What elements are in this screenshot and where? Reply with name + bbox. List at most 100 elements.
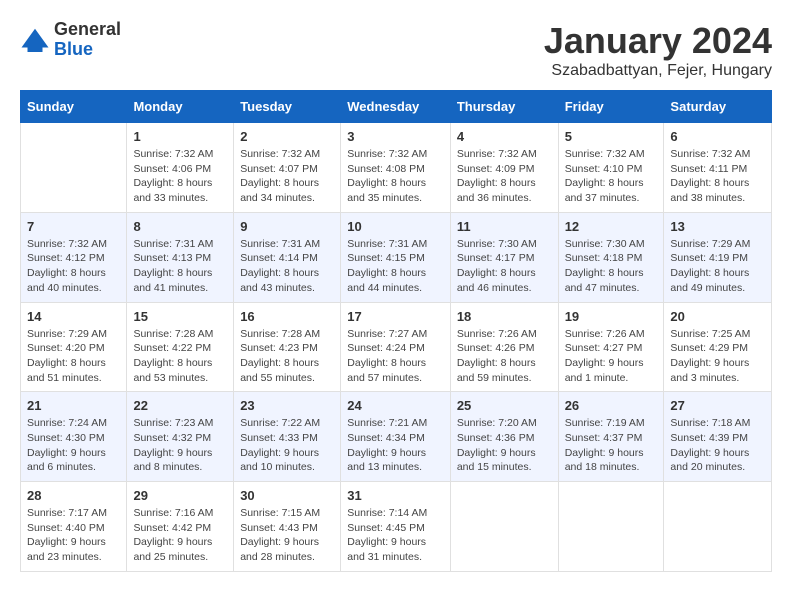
day-info: Sunrise: 7:25 AMSunset: 4:29 PMDaylight:… xyxy=(670,327,765,386)
day-number: 16 xyxy=(240,309,334,324)
calendar-cell xyxy=(450,482,558,572)
day-info: Sunrise: 7:26 AMSunset: 4:27 PMDaylight:… xyxy=(565,327,658,386)
day-info: Sunrise: 7:29 AMSunset: 4:19 PMDaylight:… xyxy=(670,237,765,296)
day-info: Sunrise: 7:21 AMSunset: 4:34 PMDaylight:… xyxy=(347,416,444,475)
day-number: 22 xyxy=(133,398,227,413)
calendar-cell: 25 Sunrise: 7:20 AMSunset: 4:36 PMDayligh… xyxy=(450,392,558,482)
day-number: 9 xyxy=(240,219,334,234)
day-info: Sunrise: 7:32 AMSunset: 4:06 PMDaylight:… xyxy=(133,147,227,206)
day-info: Sunrise: 7:20 AMSunset: 4:36 PMDaylight:… xyxy=(457,416,552,475)
header-cell-wednesday: Wednesday xyxy=(341,91,451,123)
calendar-cell: 17 Sunrise: 7:27 AMSunset: 4:24 PMDayligh… xyxy=(341,302,451,392)
calendar-cell: 16 Sunrise: 7:28 AMSunset: 4:23 PMDayligh… xyxy=(234,302,341,392)
day-number: 13 xyxy=(670,219,765,234)
day-info: Sunrise: 7:26 AMSunset: 4:26 PMDaylight:… xyxy=(457,327,552,386)
day-number: 8 xyxy=(133,219,227,234)
day-number: 27 xyxy=(670,398,765,413)
day-info: Sunrise: 7:32 AMSunset: 4:07 PMDaylight:… xyxy=(240,147,334,206)
calendar-cell: 22 Sunrise: 7:23 AMSunset: 4:32 PMDayligh… xyxy=(127,392,234,482)
day-info: Sunrise: 7:30 AMSunset: 4:18 PMDaylight:… xyxy=(565,237,658,296)
day-number: 29 xyxy=(133,488,227,503)
calendar-cell xyxy=(21,123,127,213)
calendar-cell: 28 Sunrise: 7:17 AMSunset: 4:40 PMDayligh… xyxy=(21,482,127,572)
calendar-cell: 14 Sunrise: 7:29 AMSunset: 4:20 PMDayligh… xyxy=(21,302,127,392)
logo-text: General Blue xyxy=(54,20,121,60)
calendar-cell: 27Sunrise: 7:18 AMSunset: 4:39 PMDayligh… xyxy=(664,392,772,482)
day-info: Sunrise: 7:32 AMSunset: 4:09 PMDaylight:… xyxy=(457,147,552,206)
day-number: 4 xyxy=(457,129,552,144)
week-row-4: 28 Sunrise: 7:17 AMSunset: 4:40 PMDayligh… xyxy=(21,482,772,572)
calendar-cell: 15 Sunrise: 7:28 AMSunset: 4:22 PMDayligh… xyxy=(127,302,234,392)
calendar-cell: 23Sunrise: 7:22 AMSunset: 4:33 PMDayligh… xyxy=(234,392,341,482)
page-header: General Blue January 2024 Szabadbattyan,… xyxy=(20,20,772,80)
calendar-cell: 11 Sunrise: 7:30 AMSunset: 4:17 PMDayligh… xyxy=(450,212,558,302)
day-number: 14 xyxy=(27,309,120,324)
day-info: Sunrise: 7:32 AMSunset: 4:08 PMDaylight:… xyxy=(347,147,444,206)
header-cell-monday: Monday xyxy=(127,91,234,123)
calendar-cell: 24Sunrise: 7:21 AMSunset: 4:34 PMDayligh… xyxy=(341,392,451,482)
calendar-cell: 12 Sunrise: 7:30 AMSunset: 4:18 PMDayligh… xyxy=(558,212,664,302)
day-info: Sunrise: 7:14 AMSunset: 4:45 PMDaylight:… xyxy=(347,506,444,565)
day-number: 1 xyxy=(133,129,227,144)
day-info: Sunrise: 7:32 AMSunset: 4:11 PMDaylight:… xyxy=(670,147,765,206)
header-row: SundayMondayTuesdayWednesdayThursdayFrid… xyxy=(21,91,772,123)
day-number: 30 xyxy=(240,488,334,503)
calendar-cell: 7 Sunrise: 7:32 AMSunset: 4:12 PMDaylight… xyxy=(21,212,127,302)
logo-blue: Blue xyxy=(54,39,93,59)
day-info: Sunrise: 7:31 AMSunset: 4:13 PMDaylight:… xyxy=(133,237,227,296)
day-number: 2 xyxy=(240,129,334,144)
calendar-cell: 21Sunrise: 7:24 AMSunset: 4:30 PMDayligh… xyxy=(21,392,127,482)
calendar-table: SundayMondayTuesdayWednesdayThursdayFrid… xyxy=(20,90,772,572)
day-info: Sunrise: 7:30 AMSunset: 4:17 PMDaylight:… xyxy=(457,237,552,296)
day-number: 15 xyxy=(133,309,227,324)
title-area: January 2024 Szabadbattyan, Fejer, Hunga… xyxy=(544,20,772,80)
day-info: Sunrise: 7:17 AMSunset: 4:40 PMDaylight:… xyxy=(27,506,120,565)
header-cell-saturday: Saturday xyxy=(664,91,772,123)
location-title: Szabadbattyan, Fejer, Hungary xyxy=(544,62,772,80)
header-cell-thursday: Thursday xyxy=(450,91,558,123)
calendar-cell: 3Sunrise: 7:32 AMSunset: 4:08 PMDaylight… xyxy=(341,123,451,213)
calendar-cell: 19Sunrise: 7:26 AMSunset: 4:27 PMDayligh… xyxy=(558,302,664,392)
calendar-body: 1 Sunrise: 7:32 AMSunset: 4:06 PMDaylight… xyxy=(21,123,772,572)
day-info: Sunrise: 7:31 AMSunset: 4:14 PMDaylight:… xyxy=(240,237,334,296)
week-row-0: 1 Sunrise: 7:32 AMSunset: 4:06 PMDaylight… xyxy=(21,123,772,213)
header-cell-friday: Friday xyxy=(558,91,664,123)
day-info: Sunrise: 7:29 AMSunset: 4:20 PMDaylight:… xyxy=(27,327,120,386)
day-info: Sunrise: 7:28 AMSunset: 4:22 PMDaylight:… xyxy=(133,327,227,386)
day-number: 28 xyxy=(27,488,120,503)
day-info: Sunrise: 7:32 AMSunset: 4:12 PMDaylight:… xyxy=(27,237,120,296)
calendar-cell: 29Sunrise: 7:16 AMSunset: 4:42 PMDayligh… xyxy=(127,482,234,572)
logo: General Blue xyxy=(20,20,121,60)
calendar-cell: 13 Sunrise: 7:29 AMSunset: 4:19 PMDayligh… xyxy=(664,212,772,302)
day-number: 11 xyxy=(457,219,552,234)
day-info: Sunrise: 7:28 AMSunset: 4:23 PMDaylight:… xyxy=(240,327,334,386)
calendar-cell: 5 Sunrise: 7:32 AMSunset: 4:10 PMDaylight… xyxy=(558,123,664,213)
day-number: 5 xyxy=(565,129,658,144)
day-number: 7 xyxy=(27,219,120,234)
header-cell-tuesday: Tuesday xyxy=(234,91,341,123)
day-number: 17 xyxy=(347,309,444,324)
day-info: Sunrise: 7:27 AMSunset: 4:24 PMDaylight:… xyxy=(347,327,444,386)
calendar-cell: 18 Sunrise: 7:26 AMSunset: 4:26 PMDayligh… xyxy=(450,302,558,392)
day-number: 26 xyxy=(565,398,658,413)
day-info: Sunrise: 7:15 AMSunset: 4:43 PMDaylight:… xyxy=(240,506,334,565)
day-info: Sunrise: 7:19 AMSunset: 4:37 PMDaylight:… xyxy=(565,416,658,475)
calendar-cell: 6Sunrise: 7:32 AMSunset: 4:11 PMDaylight… xyxy=(664,123,772,213)
day-number: 12 xyxy=(565,219,658,234)
week-row-2: 14 Sunrise: 7:29 AMSunset: 4:20 PMDayligh… xyxy=(21,302,772,392)
day-number: 10 xyxy=(347,219,444,234)
day-number: 18 xyxy=(457,309,552,324)
day-info: Sunrise: 7:23 AMSunset: 4:32 PMDaylight:… xyxy=(133,416,227,475)
calendar-cell: 1 Sunrise: 7:32 AMSunset: 4:06 PMDaylight… xyxy=(127,123,234,213)
calendar-cell: 26 Sunrise: 7:19 AMSunset: 4:37 PMDayligh… xyxy=(558,392,664,482)
calendar-cell: 2 Sunrise: 7:32 AMSunset: 4:07 PMDaylight… xyxy=(234,123,341,213)
calendar-cell: 9 Sunrise: 7:31 AMSunset: 4:14 PMDaylight… xyxy=(234,212,341,302)
day-number: 23 xyxy=(240,398,334,413)
header-cell-sunday: Sunday xyxy=(21,91,127,123)
week-row-1: 7 Sunrise: 7:32 AMSunset: 4:12 PMDaylight… xyxy=(21,212,772,302)
day-info: Sunrise: 7:32 AMSunset: 4:10 PMDaylight:… xyxy=(565,147,658,206)
day-info: Sunrise: 7:31 AMSunset: 4:15 PMDaylight:… xyxy=(347,237,444,296)
calendar-cell: 4 Sunrise: 7:32 AMSunset: 4:09 PMDaylight… xyxy=(450,123,558,213)
day-number: 25 xyxy=(457,398,552,413)
day-number: 31 xyxy=(347,488,444,503)
